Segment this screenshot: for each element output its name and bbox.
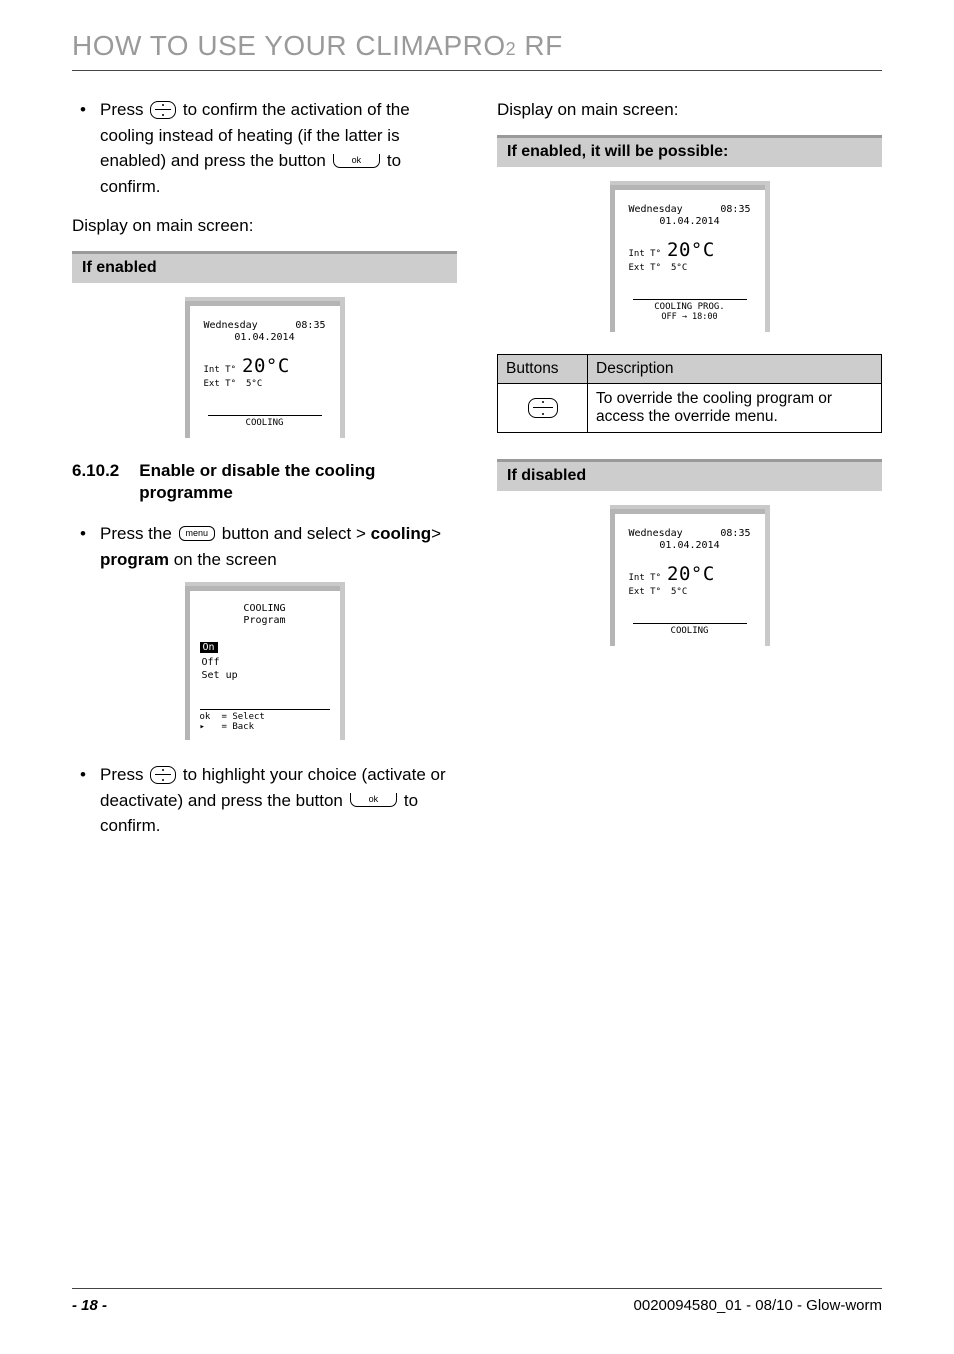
lcd-time: 08:35 xyxy=(295,320,325,331)
lcd-screen-menu: COOLING Program On Off Set up ok = Select… xyxy=(185,582,345,740)
lcd-ext-value: 5°C xyxy=(671,587,687,597)
table-row: To override the cooling program or acces… xyxy=(498,383,882,432)
page-title: HOW TO USE YOUR CLIMAPRO2 RF xyxy=(72,30,882,71)
ok-button-icon: ok xyxy=(350,793,398,807)
lcd-int-label: Int T° xyxy=(629,573,662,583)
lcd-screen-enabled-possible: Wednesday 08:35 01.04.2014 Int T° 20°C E… xyxy=(610,181,770,332)
lcd-option-off: Off xyxy=(200,657,330,668)
lcd-ext-value: 5°C xyxy=(671,263,687,273)
bullet-press-menu: Press the menu button and select > cooli… xyxy=(72,521,457,572)
lcd-ext-label: Ext T° xyxy=(629,587,662,597)
lcd-foot-key: ok xyxy=(200,712,216,722)
bullet-highlight-choice: Press to highlight your choice (activate… xyxy=(72,762,457,839)
lcd-menu-title2: Program xyxy=(243,615,285,626)
lcd-screen-disabled: Wednesday 08:35 01.04.2014 Int T° 20°C E… xyxy=(610,505,770,646)
display-label: Display on main screen: xyxy=(72,213,457,239)
table-description: To override the cooling program or acces… xyxy=(588,383,882,432)
text: Press xyxy=(100,765,148,784)
lcd-status: COOLING xyxy=(629,626,751,636)
bullet-confirm-activation: Press to confirm the activation of the c… xyxy=(72,97,457,199)
lcd-option-on: On xyxy=(200,642,218,653)
lcd-status2: OFF → 18:00 xyxy=(629,312,751,322)
page-footer: - 18 - 0020094580_01 - 08/10 - Glow-worm xyxy=(72,1288,882,1314)
lcd-time: 08:35 xyxy=(720,528,750,539)
text-bold: program xyxy=(100,550,169,569)
nav-button-icon xyxy=(150,101,176,119)
lcd-ext-label: Ext T° xyxy=(204,379,237,389)
text: button and select > xyxy=(222,524,371,543)
section-title: Enable or disable the cooling programme xyxy=(139,460,457,506)
lcd-int-value: 20°C xyxy=(667,563,715,585)
lcd-option-setup: Set up xyxy=(200,670,330,681)
lcd-int-label: Int T° xyxy=(204,365,237,375)
lcd-day: Wednesday xyxy=(629,204,683,215)
lcd-status: COOLING PROG. xyxy=(629,302,751,312)
nav-button-icon xyxy=(528,398,558,418)
lcd-foot-val: = Back xyxy=(222,722,255,732)
nav-button-icon xyxy=(150,766,176,784)
table-header-buttons: Buttons xyxy=(498,354,588,383)
lcd-ext-label: Ext T° xyxy=(629,263,662,273)
lcd-ext-value: 5°C xyxy=(246,379,262,389)
section-number: 6.10.2 xyxy=(72,460,119,506)
doc-reference: 0020094580_01 - 08/10 - Glow-worm xyxy=(634,1297,882,1314)
display-label: Display on main screen: xyxy=(497,97,882,123)
lcd-day: Wednesday xyxy=(204,320,258,331)
buttons-table: Buttons Description To override the cool… xyxy=(497,354,882,433)
lcd-int-value: 20°C xyxy=(242,355,290,377)
section-heading: 6.10.2 Enable or disable the cooling pro… xyxy=(72,460,457,506)
page-number: - 18 - xyxy=(72,1297,107,1314)
title-part2: RF xyxy=(516,30,563,61)
lcd-foot-key: ▸ xyxy=(200,722,216,732)
lcd-int-value: 20°C xyxy=(667,239,715,261)
lcd-int-label: Int T° xyxy=(629,249,662,259)
lcd-date: 01.04.2014 xyxy=(629,216,751,227)
lcd-screen-enabled: Wednesday 08:35 01.04.2014 Int T° 20°C E… xyxy=(185,297,345,438)
ok-button-icon: ok xyxy=(333,154,381,168)
text-bold: cooling xyxy=(371,524,431,543)
text: on the screen xyxy=(174,550,277,569)
band-if-enabled: If enabled xyxy=(72,251,457,283)
lcd-status: COOLING xyxy=(204,418,326,428)
lcd-foot-val: = Select xyxy=(222,712,265,722)
band-if-disabled: If disabled xyxy=(497,459,882,491)
lcd-date: 01.04.2014 xyxy=(204,332,326,343)
lcd-day: Wednesday xyxy=(629,528,683,539)
title-part1: HOW TO USE YOUR CLIMAPRO xyxy=(72,30,506,61)
lcd-date: 01.04.2014 xyxy=(629,540,751,551)
text: > xyxy=(431,524,441,543)
lcd-menu-title1: COOLING xyxy=(243,603,285,614)
text: Press xyxy=(100,100,148,119)
lcd-time: 08:35 xyxy=(720,204,750,215)
menu-button-icon: menu xyxy=(179,526,216,541)
band-if-enabled-possible: If enabled, it will be possible: xyxy=(497,135,882,167)
text: Press the xyxy=(100,524,177,543)
table-header-description: Description xyxy=(588,354,882,383)
title-sub: 2 xyxy=(506,39,517,59)
